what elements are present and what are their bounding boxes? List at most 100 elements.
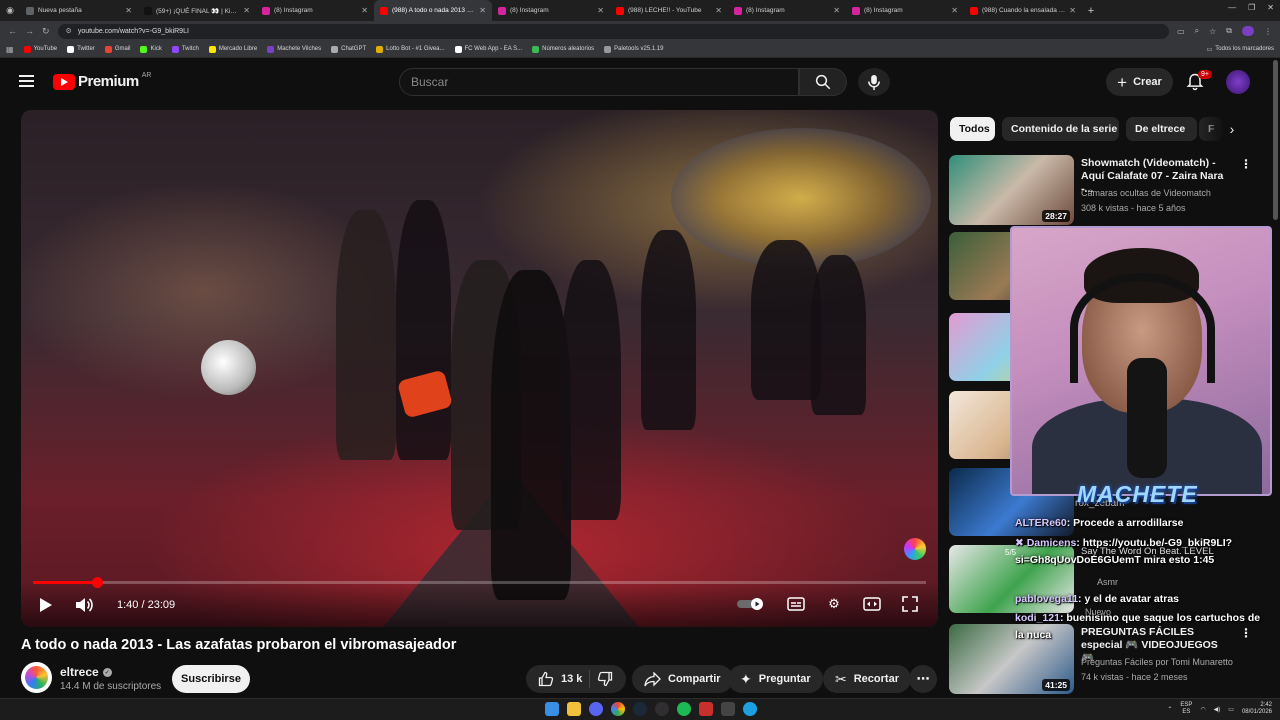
address-bar[interactable]: ⚙ youtube.com/watch?v=-G9_bkiR9LI [57,23,1170,39]
cast-icon[interactable]: ▭ [1177,27,1185,36]
channel-name[interactable]: eltrece ✓ [60,665,112,679]
tab-close-icon[interactable]: ✕ [833,6,840,15]
tab-close-icon[interactable]: ✕ [597,6,604,15]
steam-icon[interactable] [633,702,647,716]
bookmark-item[interactable]: Twitch [171,45,199,53]
back-icon[interactable]: ← [8,26,17,36]
chip-series-content[interactable]: Contenido de la serie [1002,117,1119,141]
tab-close-icon[interactable]: ✕ [479,6,486,15]
zoom-icon[interactable]: ⌕ [1195,26,1199,36]
browser-tab[interactable]: (988) A todo o nada 2013 - La... ✕ [374,0,492,21]
recommended-more-icon[interactable]: ⋮ [1240,157,1252,171]
windows-start-icon[interactable] [545,702,559,716]
maximize-icon[interactable]: ❐ [1248,3,1255,12]
share-button[interactable]: Compartir [632,665,733,693]
user-avatar[interactable] [1226,70,1250,94]
subscribe-button[interactable]: Suscribirse [172,665,250,693]
browser-tab[interactable]: (59+) ¡QUÉ FINAL 👀 | Kingo Le... ✕ [138,0,256,21]
like-thumb-icon[interactable] [538,671,554,687]
speaker-icon[interactable]: ◀) [1214,706,1221,713]
subtitles-icon[interactable] [786,594,806,614]
spotify-icon[interactable] [677,702,691,716]
more-actions-button[interactable]: ⋯ [909,665,937,693]
recommended-thumbnail[interactable]: 28:27 [949,155,1074,225]
tab-close-icon[interactable]: ✕ [125,6,132,15]
browser-tab[interactable]: (988) Cuando la ensalada se te...✕ [964,0,1082,21]
clip-button[interactable]: ✂ Recortar [823,665,911,693]
autoplay-toggle[interactable] [736,594,768,614]
obs-icon[interactable] [655,702,669,716]
tab-close-icon[interactable]: ✕ [243,6,250,15]
reload-icon[interactable]: ↻ [42,26,50,37]
recommended-channel[interactable]: Preguntas Fáciles por Tomi Munaretto [1081,657,1241,667]
guide-menu-icon[interactable] [19,75,34,87]
youtube-premium-logo[interactable]: Premium AR [53,72,151,90]
fullscreen-icon[interactable] [900,594,920,614]
app-icon[interactable] [743,702,757,716]
bookmark-item[interactable]: Paletools v25.1.19 [604,45,664,53]
bookmark-star-icon[interactable]: ☆ [1209,27,1216,36]
browser-tab[interactable]: (8) Instagram ✕ [256,0,374,21]
close-window-icon[interactable]: ✕ [1267,3,1274,12]
wifi-icon[interactable]: ◠ [1200,706,1205,713]
battery-icon[interactable]: ▭ [1228,706,1234,713]
theater-mode-icon[interactable] [862,594,882,614]
bookmark-item[interactable]: FC Web App - EA S... [454,45,522,53]
search-box[interactable] [399,68,799,96]
file-explorer-icon[interactable] [567,702,581,716]
play-icon[interactable] [36,596,54,614]
chip-all[interactable]: Todos [950,117,995,141]
tab-close-icon[interactable]: ✕ [951,6,958,15]
bookmark-item[interactable]: YouTube [23,45,57,53]
browser-tab[interactable]: (8) Instagram ✕ [492,0,610,21]
search-button[interactable] [799,68,847,96]
page-scrollbar[interactable] [1273,60,1278,220]
browser-menu-icon[interactable]: ⋮ [1264,27,1272,36]
ask-button[interactable]: ✦ Preguntar [728,665,823,693]
browser-tab[interactable]: (8) Instagram ✕ [728,0,846,21]
tab-close-icon[interactable]: ✕ [1069,6,1076,15]
bookmark-item[interactable]: Lotto Bot - #1 Givea... [376,45,445,53]
video-player[interactable]: 1:40 / 23:09 ⚙ [21,110,938,627]
extensions-icon[interactable]: ⧉ [1226,26,1232,36]
discord-icon[interactable] [589,702,603,716]
browser-tab[interactable]: (988) LECHE!! - YouTube ✕ [610,0,728,21]
create-button[interactable]: + Crear [1106,68,1173,96]
app-icon[interactable] [699,702,713,716]
settings-gear-icon[interactable]: ⚙ [824,594,844,614]
channel-watermark-icon[interactable] [904,538,926,560]
channel-avatar[interactable] [21,662,52,693]
recommended-channel[interactable]: Cámaras ocultas de Videomatch [1081,188,1241,198]
all-bookmarks-folder[interactable]: ▭ Todos los marcadores [1207,46,1274,53]
dislike-thumb-icon[interactable] [597,671,613,687]
bookmark-item[interactable]: ChatGPT [331,45,366,53]
apps-grid-icon[interactable]: ▦ [6,45,14,54]
tab-close-icon[interactable]: ✕ [715,6,722,15]
forward-icon[interactable]: → [25,26,34,36]
language-indicator[interactable]: ESP ES [1180,702,1192,716]
voice-search-button[interactable] [858,68,890,96]
bookmark-item[interactable]: Números aleatorios [532,45,594,53]
taskbar-clock[interactable]: 2:42 08/01/2026 [1242,702,1272,716]
recommended-more-icon[interactable]: ⋮ [1240,626,1252,640]
app-icon[interactable] [721,702,735,716]
tray-chevron-icon[interactable]: ⌃ [1167,706,1172,713]
bookmark-item[interactable]: Machete Vilches [267,45,321,53]
bookmark-item[interactable]: Kick [140,45,162,53]
site-info-icon[interactable]: ⚙ [66,27,72,35]
bookmark-item[interactable]: Mercado Libre [208,45,257,53]
browser-tab[interactable]: Nueva pestaña ✕ [20,0,138,21]
bookmark-item[interactable]: Twitter [67,45,95,53]
profile-avatar[interactable] [1242,26,1254,36]
progress-bar[interactable] [33,577,926,588]
new-tab-button[interactable]: + [1082,5,1100,17]
chip-next-arrow-icon[interactable]: › [1222,119,1242,139]
bookmark-item[interactable]: Gmail [104,45,130,53]
tab-close-icon[interactable]: ✕ [361,6,368,15]
chip-from-channel[interactable]: De eltrece [1126,117,1197,141]
recommended-thumbnail[interactable]: 41:25 [949,624,1074,694]
minimize-icon[interactable]: — [1228,3,1236,12]
browser-tab[interactable]: (8) Instagram ✕ [846,0,964,21]
search-input[interactable] [411,75,798,89]
chrome-icon[interactable] [611,702,625,716]
